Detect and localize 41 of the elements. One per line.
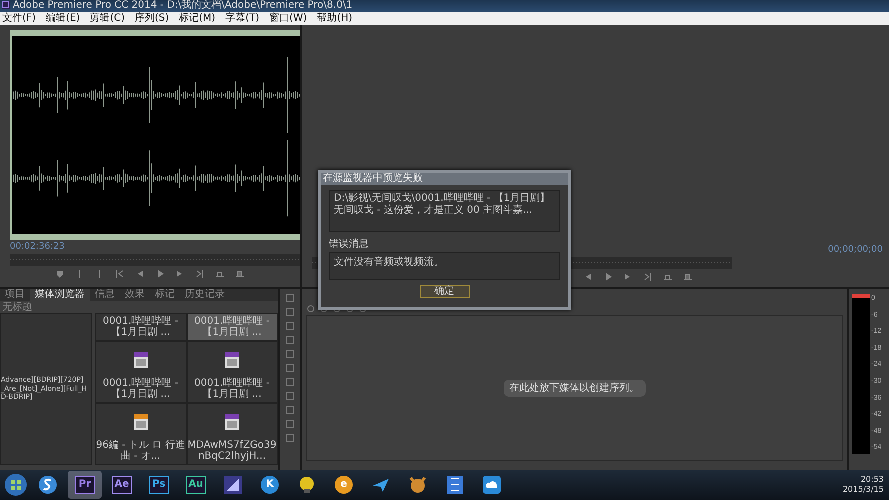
menu-item[interactable]: 编辑(E): [46, 13, 80, 24]
taskbar-app[interactable]: Pr: [68, 471, 102, 499]
media-item[interactable]: 0001.哔哩哔哩 - 【1月日剧 ...: [186, 313, 278, 341]
error-label: 错误消息: [329, 238, 369, 252]
panel-tab[interactable]: 项目: [0, 289, 30, 301]
media-item[interactable]: 96編 - トル ロ 行進曲 - オ...: [95, 403, 186, 465]
menu-item[interactable]: 字幕(T): [226, 13, 260, 24]
media-item[interactable]: 0001.哔哩哔哩 - 【1月日剧 ...: [95, 313, 186, 341]
item-label: MDAwMS7fZGo39nBqC2lhyjH...: [188, 440, 277, 462]
file-path: D:\影视\无间叹戈\0001.哔哩哔哩 - 【1月日剧】无间叹戈 - 这份爱，才是正义 00 主图斗嘉...: [329, 190, 560, 232]
clock-date: 2015/3/15: [842, 485, 884, 495]
panel-tab[interactable]: 标记: [150, 289, 180, 301]
menu-item[interactable]: 标记(M): [179, 13, 216, 24]
taskbar-app[interactable]: Au: [179, 471, 213, 499]
menu-item[interactable]: 剪辑(C): [90, 13, 125, 24]
item-label: 0001.哔哩哔哩 - 【1月日剧 ...: [102, 316, 180, 338]
ok-button[interactable]: 确定: [420, 285, 470, 298]
media-item[interactable]: 0001.哔哩哔哩 - 【1月日剧 ...: [186, 341, 278, 403]
item-label: 0001.哔哩哔哩 - 【1月日剧 ...: [194, 316, 271, 338]
error-message: 文件没有音频或视频流。: [329, 252, 560, 280]
media-item[interactable]: MDAwMS7fZGo39nBqC2lhyjH...: [186, 403, 278, 465]
item-label: 0001.哔哩哔哩 - 【1月日剧 ...: [194, 378, 271, 400]
drop-hint: 在此处放下媒体以创建序列。: [504, 380, 646, 396]
timecode: 00:02:36:23: [9, 241, 66, 254]
media-item[interactable]: 0001.哔哩哔哩 - 【1月日剧 ...: [95, 341, 186, 403]
menu-item[interactable]: 文件(F): [2, 13, 36, 24]
panel-tab[interactable]: 效果: [120, 289, 150, 301]
taskbar-app[interactable]: Ps: [142, 471, 176, 499]
item-label: 96編 - トル ロ 行進曲 - オ...: [96, 440, 186, 462]
item-label: 0001.哔哩哔哩 - 【1月日剧 ...: [102, 378, 180, 400]
timecode: 00;00;00;00: [827, 244, 884, 257]
menu-item[interactable]: 帮助(H): [317, 13, 353, 24]
menu-item[interactable]: 序列(S): [134, 13, 170, 24]
menu-item[interactable]: 窗口(W): [270, 13, 308, 24]
taskbar-app[interactable]: K: [253, 471, 287, 499]
panel-tab[interactable]: 历史记录: [180, 289, 230, 301]
panel-tab[interactable]: 媒体浏览器: [30, 289, 90, 301]
panel-tab[interactable]: 信息: [90, 289, 120, 301]
taskbar-app[interactable]: Ae: [105, 471, 139, 499]
clock-time: 20:53: [860, 475, 884, 485]
dialog-title: 在源监视器中预览失败: [321, 173, 568, 185]
